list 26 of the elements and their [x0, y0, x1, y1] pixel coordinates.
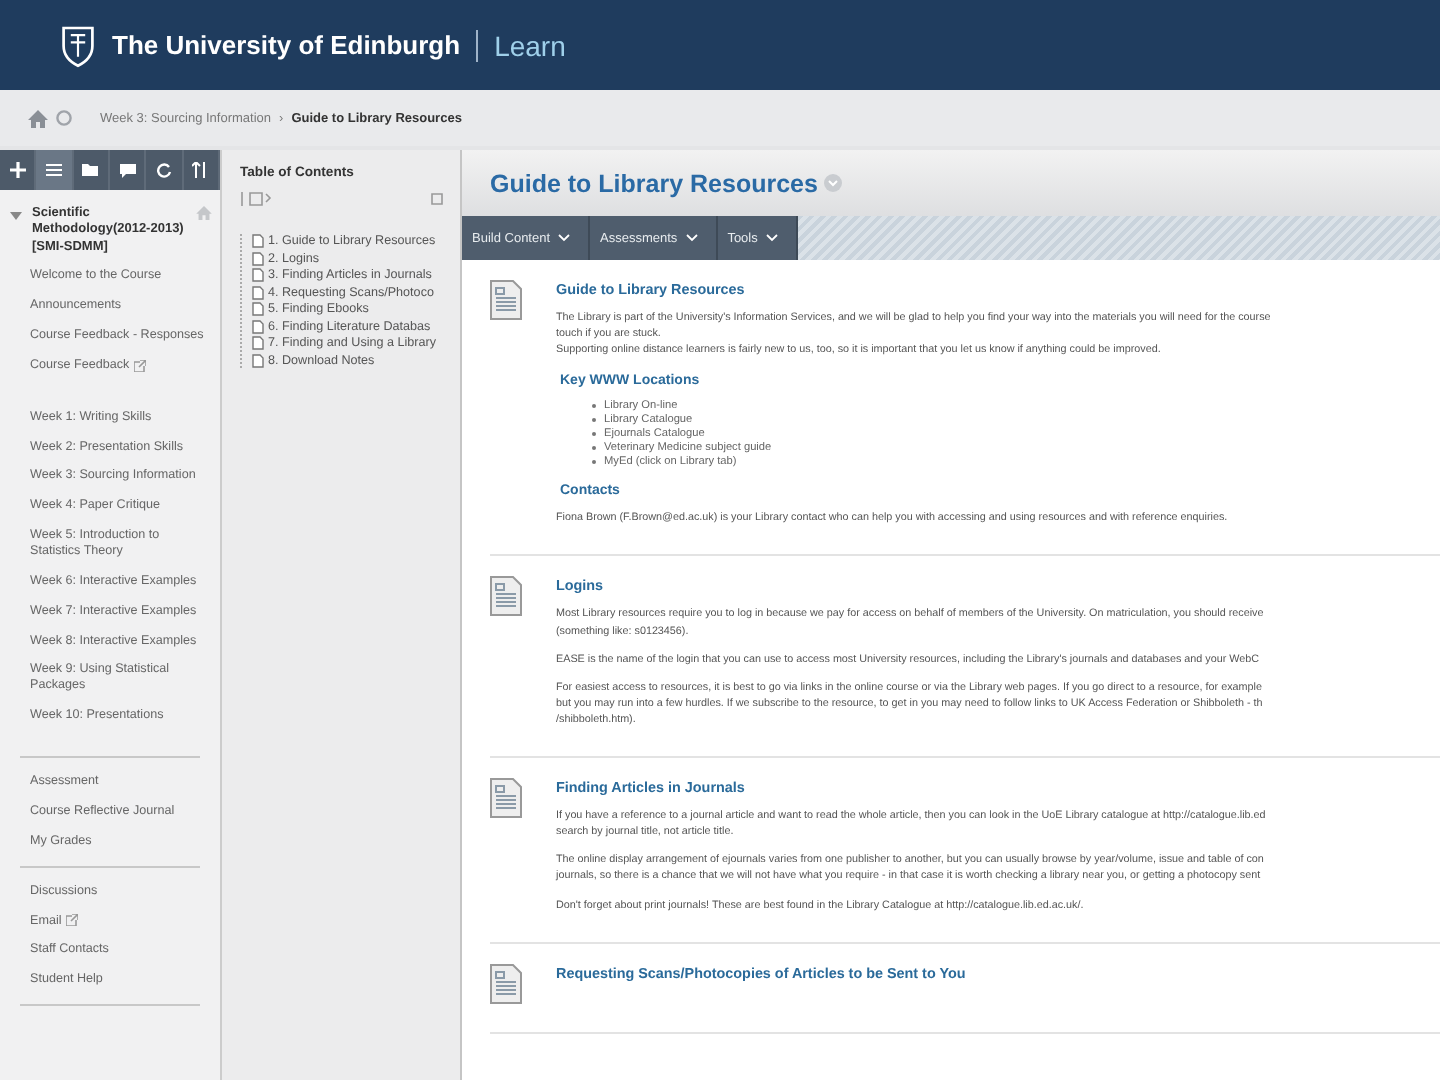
document-icon: [490, 778, 522, 819]
refresh-icon: [155, 162, 172, 178]
page-title: Guide to Library Resources: [490, 169, 818, 197]
window-icon[interactable]: [430, 192, 444, 206]
product-name: Learn: [494, 29, 566, 61]
plus-icon: [9, 162, 26, 178]
folder-icon: [82, 162, 99, 178]
document-icon: [490, 963, 522, 1004]
external-link-icon: [65, 914, 78, 927]
sort-icon: [192, 162, 209, 178]
chat-icon: [119, 162, 136, 178]
document-icon: [490, 280, 522, 320]
crest-logo: [60, 23, 96, 67]
dropdown-icon[interactable]: [823, 174, 842, 192]
university-name: The University of Edinburgh: [112, 30, 461, 60]
external-link-icon: [133, 359, 146, 372]
circle-icon[interactable]: [56, 110, 72, 126]
document-icon: [490, 576, 522, 617]
chevron-down-icon: [685, 234, 698, 242]
collapse-icon[interactable]: [240, 192, 272, 206]
list-icon: [45, 162, 62, 178]
home-icon[interactable]: [28, 109, 48, 127]
chevron-down-icon: [558, 234, 571, 242]
expand-triangle-icon[interactable]: [10, 210, 22, 222]
chevron-down-icon: [765, 234, 778, 242]
menu-tool-button[interactable]: [36, 150, 74, 190]
